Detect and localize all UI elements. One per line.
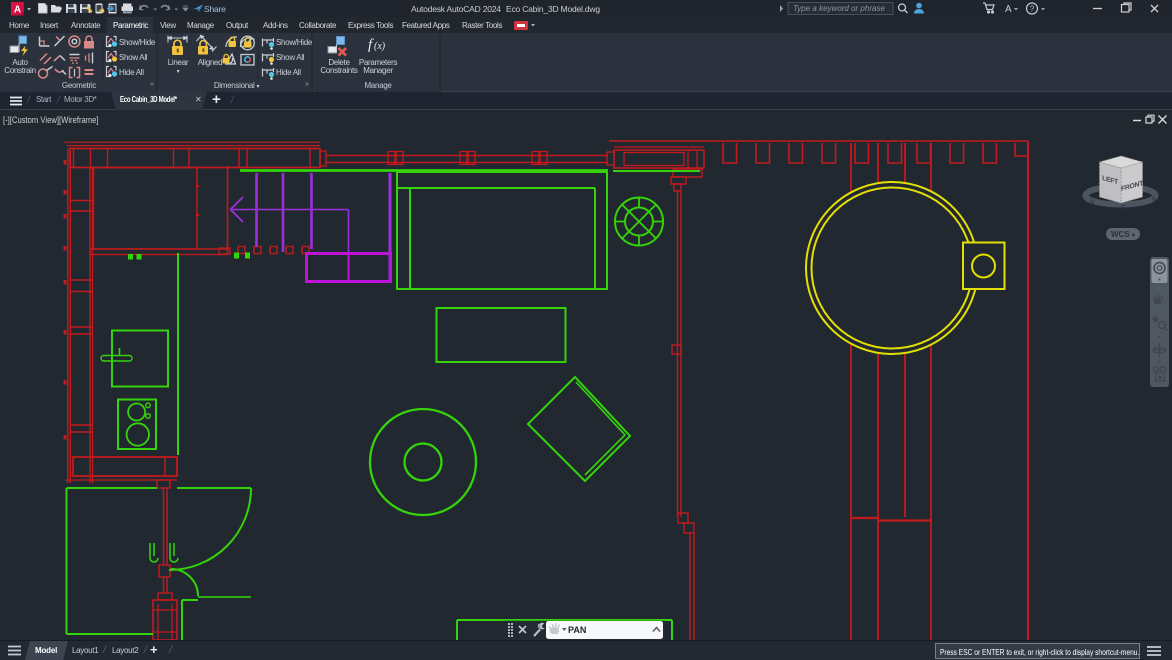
svg-text:(x): (x) (374, 41, 386, 52)
svg-text:Type a keyword or phrase: Type a keyword or phrase (793, 4, 885, 13)
svg-text:E: E (1121, 205, 1126, 212)
svg-text:PAN: PAN (568, 625, 586, 635)
svg-text:?: ? (1030, 5, 1035, 14)
svg-text:A: A (14, 5, 21, 16)
svg-text:A: A (1005, 4, 1012, 15)
